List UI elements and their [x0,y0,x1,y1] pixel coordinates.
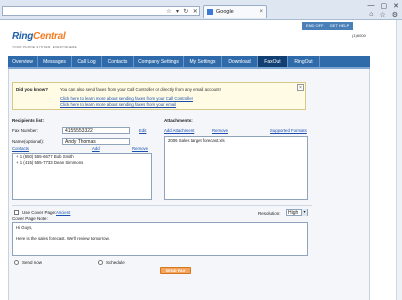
favorites-icon[interactable]: ☆ [379,11,385,19]
tab-contacts[interactable]: Contacts [102,56,134,67]
cover-page-link[interactable]: Ancient [56,210,70,215]
tab-overview[interactable]: Overview [8,56,38,67]
divider [12,205,312,206]
header-link-end-off[interactable]: END OFF [306,23,324,29]
tab-ringout[interactable]: RingOut [288,56,320,67]
favorite-star-icon[interactable]: ☆ [166,8,171,15]
tab-my-settings[interactable]: My Settings [184,56,222,67]
supported-formats-link[interactable]: Supported Formats [270,128,307,133]
tab-download[interactable]: Download [222,56,258,67]
remove-attachment-link[interactable]: Remove [212,128,228,133]
scrollbar[interactable] [396,20,402,300]
window-controls: — ▢ ✕ [368,2,400,10]
name-label: Name(optional): [12,139,45,144]
tab-faxout[interactable]: FaxOut [258,56,288,67]
schedule-radio[interactable] [98,260,103,265]
list-item[interactable]: + 1 (415) 555-7733 Dean Simmons [13,160,151,166]
tab-messages[interactable]: Messages [38,56,72,67]
home-icon[interactable]: ⌂ [369,11,373,19]
close-icon[interactable]: × [297,84,304,91]
main-nav: Overview Messages Call Log Contacts Comp… [8,56,370,67]
chevron-down-icon[interactable]: ▾ [301,209,307,216]
contacts-link[interactable]: Contacts [12,146,29,151]
remove-recipient-link[interactable]: Remove [132,146,148,151]
google-favicon-icon [207,9,213,15]
tab-title: Google [216,9,234,15]
use-cover-page-checkbox[interactable] [14,210,19,215]
logo-tagline: YOUR PHONE SYSTEM, EVERYWHERE [12,45,77,49]
resolution-label: Resolution: [258,211,281,216]
call-controller-link[interactable]: Click here to learn more about sending f… [60,96,193,101]
cover-page-note-label: Cover Page Note: [12,216,48,221]
minimize-icon[interactable]: — [368,2,375,10]
browser-tools: ⌂ ☆ ⚙ [369,11,398,19]
user-id: (1)6000 [352,33,366,38]
dropdown-icon[interactable]: ▾ [176,8,179,15]
schedule-label: Schedule [106,260,125,265]
recipients-list: + 1 (650) 555-6677 Bob Smith + 1 (415) 5… [12,153,152,200]
send-now-label: Send now [22,260,43,265]
address-bar-controls: ☆ ▾ ↻ ✕ [164,6,200,16]
settings-gear-icon[interactable]: ⚙ [392,11,398,19]
send-now-radio[interactable] [14,260,19,265]
resolution-select[interactable]: High ▾ [286,209,308,216]
header-links: END OFF GET HELP [302,22,354,30]
close-tab-icon[interactable]: × [259,9,263,15]
stop-icon[interactable]: ✕ [193,8,198,15]
use-cover-page-label: Use Cover Page: [22,210,57,215]
close-window-icon[interactable]: ✕ [393,2,399,10]
send-fax-button[interactable]: SEND FAX [160,267,191,274]
did-you-know-text: You can also send faxes from your Call C… [60,87,221,92]
ringcentral-logo: RingCentral [12,31,66,42]
attachments-list: 2006 Sales target forecast.xls [164,136,308,200]
browser-tab-google[interactable]: Google × [203,5,267,18]
fax-number-field[interactable]: 4155553322 [62,127,130,134]
add-attachment-link[interactable]: Add Attachment [164,128,194,133]
tab-company-settings[interactable]: Company Settings [134,56,184,67]
refresh-icon[interactable]: ↻ [183,8,188,15]
header-link-get-help[interactable]: GET HELP [330,23,350,29]
resolution-value: High [288,209,299,216]
list-item[interactable]: 2006 Sales target forecast.xls [165,137,307,144]
add-recipient-link[interactable]: Add [92,146,100,151]
name-field[interactable]: Andy Thomas [62,138,130,145]
recipients-heading: Recipients list: [12,118,45,123]
note-line: Here is the sales forecast. We'll review… [16,236,110,241]
edit-link[interactable]: Edit [139,128,146,133]
fax-number-label: Fax Number: [12,128,39,133]
did-you-know-title: Did you know? [16,87,48,92]
tab-call-log[interactable]: Call Log [72,56,102,67]
cover-note-textarea[interactable]: Hi Guys, Here is the sales forecast. We'… [12,222,308,256]
attachments-heading: Attachments: [164,118,193,123]
maximize-icon[interactable]: ▢ [381,2,388,10]
email-fax-link[interactable]: Click here to learn more about sending f… [60,102,176,107]
